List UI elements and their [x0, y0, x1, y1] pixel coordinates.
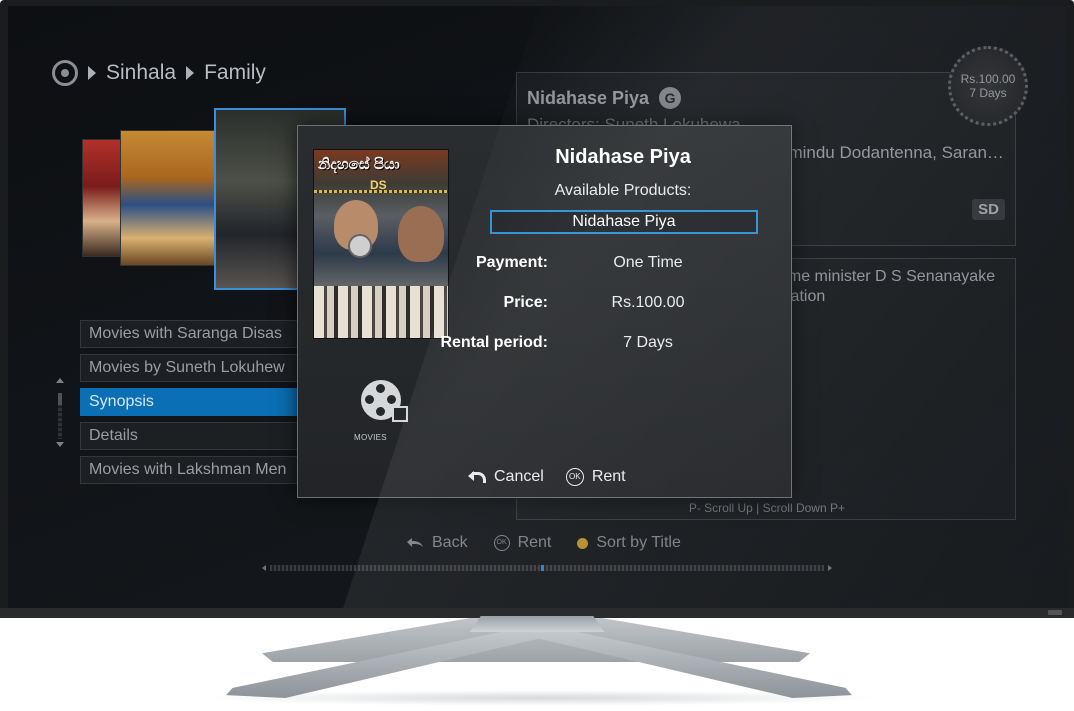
price-badge-price: Rs.100.00 [960, 72, 1016, 86]
ok-button-icon: OK [493, 535, 510, 551]
rating-badge: G [659, 87, 682, 109]
scroll-down-icon[interactable] [56, 442, 64, 447]
chevron-right-icon [88, 66, 96, 80]
dialog-title: Nidahase Piya [555, 146, 691, 168]
product-option[interactable]: Nidahase Piya [490, 210, 758, 234]
price-badge: Rs.100.00 7 Days [948, 46, 1028, 126]
yellow-key-icon [577, 537, 589, 549]
payment-value: One Time [613, 254, 683, 271]
rental-period-value: 7 Days [623, 334, 673, 351]
list-item[interactable]: Movies by Suneth Lokuhew [80, 354, 300, 382]
dialog-actions: Cancel OK Rent [468, 468, 626, 486]
arrow-left-icon[interactable] [262, 565, 266, 571]
poster-thumbnail[interactable] [120, 130, 218, 266]
movie-title: Nidahase Piya G [527, 87, 682, 109]
position-track [270, 565, 824, 571]
scroll-track [58, 393, 62, 439]
poster-thumbnail[interactable] [82, 139, 122, 257]
power-button[interactable] [1048, 610, 1062, 615]
rental-period-label: Rental period: [440, 334, 548, 351]
list-item[interactable]: Movies with Saranga Disas [80, 320, 300, 348]
option-list: Movies with Saranga Disas Movies by Sune… [80, 320, 300, 490]
breadcrumb-item-sinhala[interactable]: Sinhala [106, 61, 176, 85]
list-item[interactable]: Details [80, 422, 300, 450]
movies-category-label: MOVIES [354, 433, 387, 442]
rental-period-row: Rental period: 7 Days [440, 334, 788, 356]
back-icon [407, 538, 423, 547]
ok-icon: OK [565, 468, 584, 486]
rent-button[interactable]: Rent [592, 468, 626, 486]
footer-hints: Back OK Rent Sort by Title [406, 534, 681, 552]
movie-title-text: Nidahase Piya [527, 87, 650, 108]
breadcrumb: Sinhala Family [52, 60, 266, 86]
cancel-button[interactable]: Cancel [494, 468, 544, 486]
film-reel-icon [52, 60, 78, 86]
rent-label[interactable]: Rent [518, 534, 552, 552]
chevron-right-icon [186, 66, 195, 80]
price-label: Price: [503, 294, 548, 311]
price-row: Price: Rs.100.00 [458, 294, 788, 316]
scroll-hint: P- Scroll Up | Scroll Down P+ [688, 501, 845, 515]
sort-by-title-label[interactable]: Sort by Title [596, 534, 680, 552]
scroll-up-icon[interactable] [56, 378, 64, 383]
price-badge-period: 7 Days [969, 86, 1007, 100]
movie-cover-art: නිදහසේ පියා DS [313, 149, 449, 339]
cast-line: umindu Dodantenna, Saran… [779, 143, 1004, 162]
available-products-label: Available Products: [554, 182, 692, 199]
payment-row: Payment: One Time [458, 254, 788, 276]
tv-screen: Sinhala Family Movies with Saranga Disas… [8, 6, 1066, 610]
cover-title: නිදහසේ පියා [318, 156, 400, 173]
movies-category-icon [358, 380, 408, 426]
quality-badge: SD [972, 199, 1005, 220]
list-item-selected[interactable]: Synopsis [80, 388, 300, 416]
arrow-right-icon[interactable] [828, 565, 832, 571]
back-label[interactable]: Back [432, 534, 468, 552]
carousel-position-bar [262, 564, 832, 572]
rent-dialog: නිදහසේ පියා DS MOVIES Nidahase Piya Avai… [297, 125, 792, 498]
list-scrollbar[interactable] [56, 378, 64, 447]
breadcrumb-item-family[interactable]: Family [204, 61, 266, 85]
return-icon [468, 470, 486, 484]
synopsis-text: rime minister D S Senanayake Nation [779, 268, 996, 305]
stand-neck [470, 616, 604, 632]
tv-display: Sinhala Family Movies with Saranga Disas… [0, 0, 1074, 711]
tv-frame: Sinhala Family Movies with Saranga Disas… [0, 0, 1074, 618]
payment-label: Payment: [475, 254, 548, 271]
price-value: Rs.100.00 [611, 294, 685, 311]
list-item[interactable]: Movies with Lakshman Men [80, 456, 300, 484]
